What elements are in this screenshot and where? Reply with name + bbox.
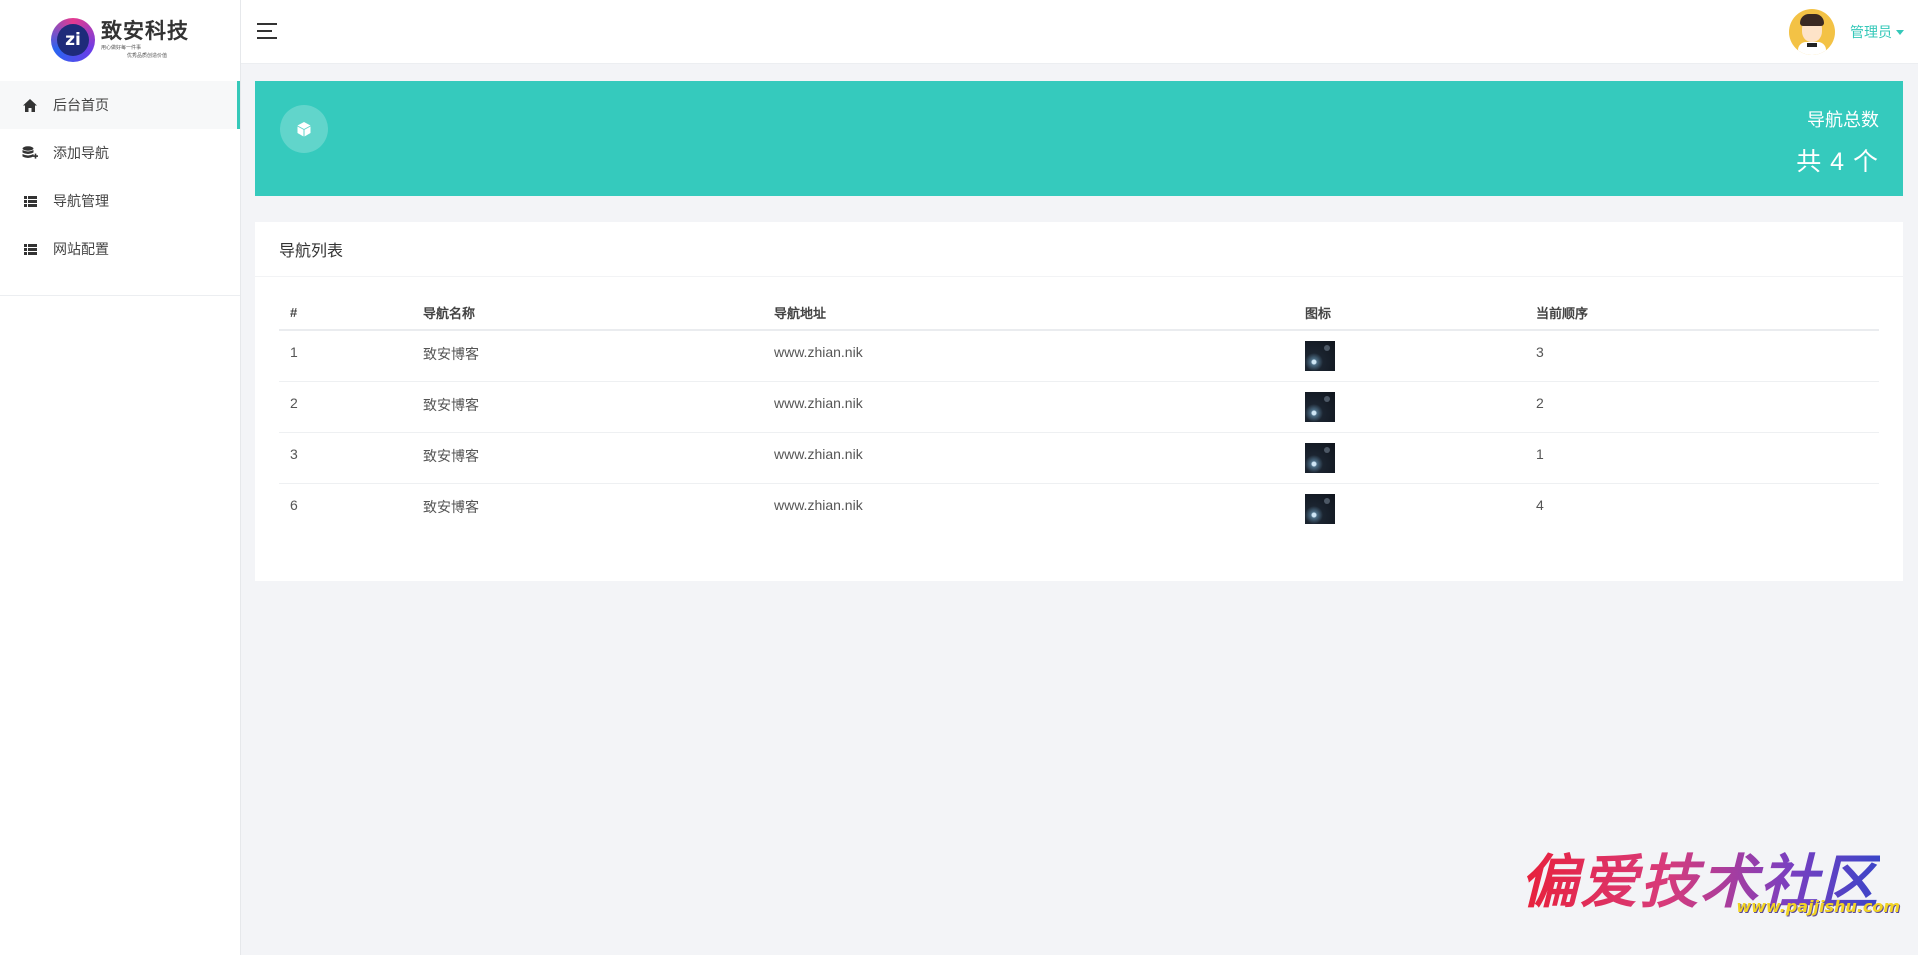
nav-thumbnail-image xyxy=(1305,442,1335,473)
cell-order: 1 xyxy=(1525,432,1879,484)
table-row: 3 致安博客 www.zhian.nik 1 xyxy=(279,432,1879,484)
column-header-id: # xyxy=(279,295,412,331)
sidebar-item-label: 后台首页 xyxy=(53,97,109,113)
nav-thumbnail-image xyxy=(1305,341,1335,371)
cell-order: 2 xyxy=(1525,381,1879,433)
chevron-down-icon[interactable] xyxy=(1896,29,1904,35)
cell-name: 致安博客 xyxy=(412,381,763,433)
cell-name: 致安博客 xyxy=(412,432,763,484)
column-header-name: 导航名称 xyxy=(412,295,763,331)
stat-value: 共 4 个 xyxy=(1796,148,1879,176)
sidebar-menu: 后台首页 添加导航 导航管理 网站配置 xyxy=(0,81,240,296)
cell-order: 3 xyxy=(1525,330,1879,382)
brand-logo[interactable]: zi 致安科技 用心做好每一件事 优秀品质创造价值 xyxy=(0,0,240,80)
watermark: 偏爱技术社区 www.pajjishu.com xyxy=(1520,835,1900,930)
nav-thumbnail-image xyxy=(1305,493,1335,524)
stat-summary: 导航总数 共 4 个 xyxy=(1796,106,1879,178)
table-header-row: # 导航名称 导航地址 图标 当前顺序 xyxy=(279,295,1879,331)
cube-icon xyxy=(280,105,328,153)
sidebar-item-label: 添加导航 xyxy=(53,145,109,161)
cell-name: 致安博客 xyxy=(412,330,763,382)
logo-mark-text: zi xyxy=(57,24,89,56)
avatar[interactable] xyxy=(1789,9,1835,55)
nav-thumbnail-image xyxy=(1305,391,1335,422)
sidebar-item-label: 网站配置 xyxy=(53,241,109,257)
brand-slogan-1: 用心做好每一件事 xyxy=(101,45,142,51)
stat-label: 导航总数 xyxy=(1807,110,1879,130)
table-row: 2 致安博客 www.zhian.nik 2 xyxy=(279,381,1879,433)
cell-icon xyxy=(1294,432,1525,484)
cell-name: 致安博客 xyxy=(423,498,479,515)
sidebar-item-nav-manage[interactable]: 导航管理 xyxy=(0,177,240,225)
column-header-url: 导航地址 xyxy=(763,295,1294,331)
brand-title: 致安科技 xyxy=(101,19,189,43)
cell-icon xyxy=(1294,483,1525,534)
cell-url: www.zhian.nik xyxy=(763,381,1294,433)
logo-text: 致安科技 用心做好每一件事 优秀品质创造价值 xyxy=(101,21,189,59)
table-wrapper: # 导航名称 导航地址 图标 当前顺序 1 致安博客 www.zhian.nik… xyxy=(255,277,1903,534)
home-icon xyxy=(22,97,38,113)
list-icon xyxy=(22,241,38,257)
sidebar: zi 致安科技 用心做好每一件事 优秀品质创造价值 后台首页 添加导航 导航管理… xyxy=(0,0,241,955)
sidebar-item-site-config[interactable]: 网站配置 xyxy=(0,225,240,273)
watermark-url: www.pajjishu.com xyxy=(1736,897,1900,916)
database-add-icon xyxy=(22,145,38,161)
list-icon xyxy=(22,193,38,209)
cell-id: 2 xyxy=(279,381,412,433)
cell-icon xyxy=(1294,330,1525,382)
sidebar-item-add-nav[interactable]: 添加导航 xyxy=(0,129,240,177)
sidebar-item-label: 导航管理 xyxy=(53,193,109,209)
cell-icon xyxy=(1294,381,1525,433)
cell-id: 6 xyxy=(290,496,298,513)
column-header-icon: 图标 xyxy=(1294,295,1525,331)
cell-id: 3 xyxy=(279,432,412,484)
nav-total-card: 导航总数 共 4 个 xyxy=(255,81,1903,196)
cell-url: www.zhian.nik xyxy=(763,432,1294,484)
cell-order: 4 xyxy=(1536,496,1544,513)
top-header: 管理员 xyxy=(241,0,1918,64)
cell-url: www.zhian.nik xyxy=(763,330,1294,382)
menu-toggle-icon[interactable] xyxy=(257,23,277,39)
column-header-order: 当前顺序 xyxy=(1525,295,1879,331)
logo-mark-icon: zi xyxy=(51,18,95,62)
user-name[interactable]: 管理员 xyxy=(1850,22,1892,42)
user-menu[interactable]: 管理员 xyxy=(1789,9,1904,55)
sidebar-item-dashboard[interactable]: 后台首页 xyxy=(0,81,240,129)
table-row: 1 致安博客 www.zhian.nik 3 xyxy=(279,330,1879,382)
cell-url: www.zhian.nik xyxy=(774,496,863,513)
cell-id: 1 xyxy=(279,330,412,382)
nav-table: # 导航名称 导航地址 图标 当前顺序 1 致安博客 www.zhian.nik… xyxy=(279,295,1879,534)
table-row: 6 致安博客 www.zhian.nik 4 xyxy=(279,483,1879,534)
nav-list-card: 导航列表 # 导航名称 导航地址 图标 当前顺序 1 致安博客 www.zhia… xyxy=(255,222,1903,581)
card-title: 导航列表 xyxy=(255,222,1903,277)
brand-slogan-2: 优秀品质创造价值 xyxy=(127,53,168,59)
